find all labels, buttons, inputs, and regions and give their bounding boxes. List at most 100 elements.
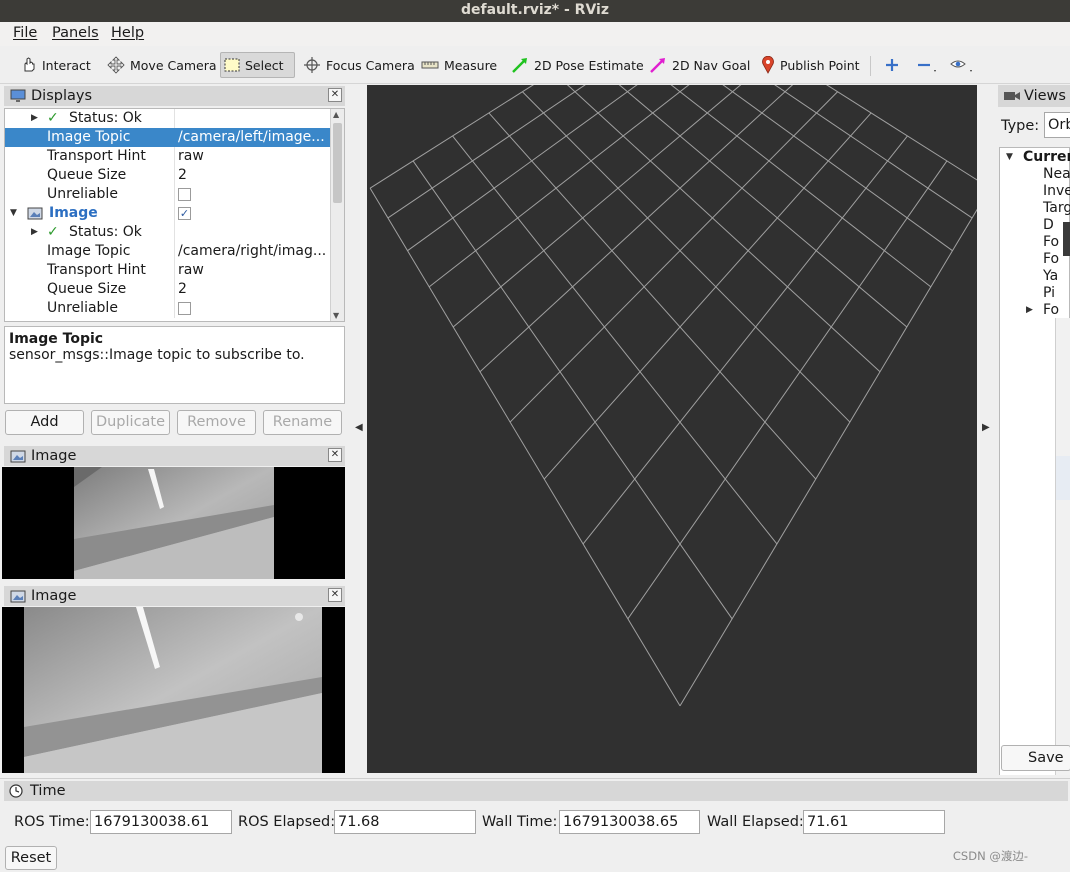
tree-row-transport-hint[interactable]: Transport Hint raw [5,147,331,166]
view-property[interactable]: D [1043,217,1054,233]
views-tree: ▼ Curren Nea Inve Targ D Fo Fo Ya Pi ▶ F… [999,147,1070,775]
view-property[interactable]: Fo [1043,234,1059,250]
scroll-down-icon[interactable]: ▼ [333,311,339,320]
camera-icon [1004,92,1020,100]
views-type-label: Type: [1001,118,1040,134]
expand-arrow-icon[interactable]: ▶ [1026,305,1033,315]
view-property[interactable]: Nea [1043,166,1070,182]
focus-camera-tool[interactable]: Focus Camera [300,52,418,78]
vertical-scrollbar[interactable]: ▲ ▼ [330,109,344,321]
property-value[interactable]: raw [178,261,331,280]
property-value[interactable]: 2 [178,166,331,185]
close-icon[interactable]: ✕ [328,448,342,462]
overlay-widget [1063,222,1070,256]
collapse-left-icon[interactable]: ◀ [355,422,363,433]
measure-tool[interactable]: Measure [418,52,500,78]
select-tool[interactable]: Select [220,52,295,78]
property-description: Image Topic sensor_msgs::Image topic to … [4,326,345,404]
ruler-icon [421,61,439,69]
tree-row-queue-size[interactable]: Queue Size 2 [5,280,331,299]
property-value[interactable]: /camera/right/imag... [178,242,331,261]
current-view-label[interactable]: Curren [1023,149,1070,165]
ros-elapsed-field[interactable]: 71.68 [334,810,476,834]
tree-row-image-topic[interactable]: Image Topic /camera/right/imag... [5,242,331,261]
checkmark-icon: ✓ [47,110,59,126]
menu-file[interactable]: File [13,25,37,41]
duplicate-button[interactable]: Duplicate [91,410,170,435]
add-button[interactable]: Add [5,410,84,435]
image-enabled-checkbox[interactable]: ✓ [178,207,191,220]
remove-tool-button[interactable] [913,52,941,78]
expand-arrow-icon[interactable]: ▶ [31,109,38,128]
property-value[interactable]: /camera/left/image... [178,128,331,147]
plus-icon [886,59,898,71]
ros-time-field[interactable]: 1679130038.61 [90,810,232,834]
collapse-right-icon[interactable]: ▶ [982,422,990,433]
tree-row-transport-hint[interactable]: Transport Hint raw [5,261,331,280]
magenta-arrow-icon [650,58,665,73]
collapse-arrow-icon[interactable]: ▼ [10,204,17,223]
wall-elapsed-field[interactable]: 71.61 [803,810,945,834]
expand-arrow-icon[interactable]: ▶ [31,223,38,242]
publish-point-tool[interactable]: Publish Point [758,52,863,78]
views-panel: Views Type: Orb ▼ Curren Nea Inve Targ D… [998,85,1070,775]
close-icon[interactable]: ✕ [328,588,342,602]
unreliable-checkbox[interactable] [178,302,191,315]
view-property[interactable]: Inve [1043,183,1070,199]
collapse-arrow-icon[interactable]: ▼ [1006,152,1013,162]
right-camera-frame [24,607,322,773]
wall-time-field[interactable]: 1679130038.65 [559,810,700,834]
time-panel: Time ROS Time: 1679130038.61 ROS Elapsed… [0,778,1070,872]
view-type-select[interactable]: Orb [1044,112,1070,138]
visibility-tool-button[interactable] [946,52,978,78]
reset-button[interactable]: Reset [5,846,57,870]
property-label: Unreliable [47,186,118,202]
unreliable-checkbox[interactable] [178,188,191,201]
image-icon [10,450,26,462]
view-property[interactable]: Pi [1043,285,1055,301]
pose-estimate-tool[interactable]: 2D Pose Estimate [508,52,647,78]
scroll-thumb[interactable] [333,123,342,203]
grid-line [679,187,991,707]
move-camera-tool[interactable]: Move Camera [104,52,220,78]
add-tool-button[interactable] [881,52,903,78]
views-title: Views [1024,88,1066,104]
image-panel-header: Image ✕ [4,586,345,606]
3d-viewport[interactable] [367,0,991,773]
save-view-button[interactable]: Save [1001,745,1070,771]
tree-row-queue-size[interactable]: Queue Size 2 [5,166,331,185]
tree-row-status[interactable]: ▶ ✓ Status: Ok [5,109,331,128]
view-property[interactable]: Targ [1043,200,1070,216]
property-label: Transport Hint [47,262,146,278]
displays-panel-header: Displays ✕ [4,86,345,106]
close-icon[interactable]: ✕ [328,88,342,102]
view-property[interactable]: Fo [1043,251,1059,267]
status-label: Status: Ok [69,224,142,240]
property-label: Image Topic [47,243,131,259]
window-title: default.rviz* - RViz [0,0,1070,22]
image-display-icon [27,207,43,220]
grid-line [452,135,778,545]
remove-button[interactable]: Remove [177,410,256,435]
menu-panels[interactable]: Panels [52,25,99,41]
tree-row-image-topic[interactable]: Image Topic /camera/left/image... [5,128,331,147]
crosshair-icon [304,57,320,73]
tree-row-unreliable[interactable]: Unreliable [5,299,331,318]
image-display-label: Image [49,205,98,221]
time-panel-header: Time [4,781,1068,801]
monitor-icon [10,89,26,102]
overlay-dialog-edge [1055,318,1070,775]
tree-row-status[interactable]: ▶ ✓ Status: Ok [5,223,331,242]
hand-icon [24,57,35,72]
scroll-up-icon[interactable]: ▲ [333,110,339,119]
view-property[interactable]: Ya [1043,268,1058,284]
property-value[interactable]: 2 [178,280,331,299]
property-value[interactable]: raw [178,147,331,166]
tree-row-image-display[interactable]: ▼ Image ✓ [5,204,331,223]
nav-goal-tool[interactable]: 2D Nav Goal [646,52,753,78]
tree-row-unreliable[interactable]: Unreliable [5,185,331,204]
view-property[interactable]: Fo [1043,302,1059,318]
menu-help[interactable]: Help [111,25,144,41]
interact-tool[interactable]: Interact [18,52,94,78]
rename-button[interactable]: Rename [263,410,342,435]
